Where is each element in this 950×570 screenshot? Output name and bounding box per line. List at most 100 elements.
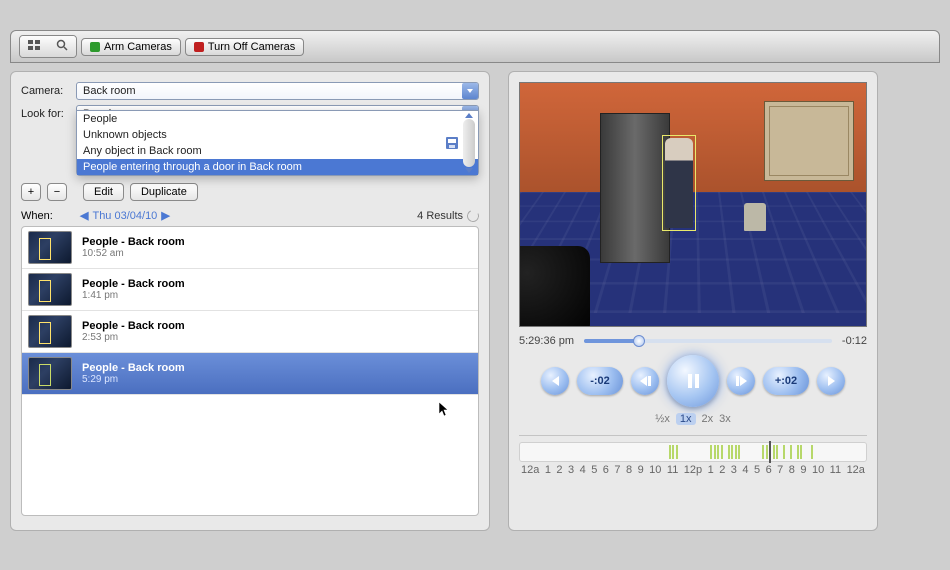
reload-icon[interactable] (465, 208, 480, 223)
hour-label: 6 (766, 464, 772, 476)
timeline-event-tick (797, 445, 799, 459)
camera-label: Camera: (21, 85, 76, 97)
turnoff-cameras-button[interactable]: Turn Off Cameras (185, 38, 304, 56)
hour-label: 5 (591, 464, 597, 476)
app-toolbar: Arm Cameras Turn Off Cameras (10, 30, 940, 63)
result-time: 1:41 pm (82, 290, 185, 301)
result-row[interactable]: People - Back room 2:53 pm (22, 311, 478, 353)
next-day-button[interactable]: ▶ (157, 209, 173, 222)
lookfor-label: Look for: (21, 108, 76, 120)
timeline-event-tick (790, 445, 792, 459)
timeline-event-tick (735, 445, 737, 459)
prev-day-button[interactable]: ◀ (76, 209, 92, 222)
detection-box-icon (662, 135, 696, 231)
arrow-down-icon[interactable] (465, 168, 473, 173)
result-title: People - Back room (82, 236, 185, 248)
hour-label: 4 (742, 464, 748, 476)
power-off-icon (194, 42, 204, 52)
camera-value: Back room (76, 82, 479, 100)
result-time: 2:53 pm (82, 332, 185, 343)
lookfor-option-selected[interactable]: People entering through a door in Back r… (77, 159, 478, 175)
date-display[interactable]: Thu 03/04/10 (92, 210, 157, 222)
hour-label: 8 (789, 464, 795, 476)
slider-knob[interactable] (633, 335, 645, 347)
player-panel: 5:29:36 pm -0:12 -:02 +:02 ½x1x2x3x 12a1… (508, 71, 878, 531)
add-filter-button[interactable]: + (21, 183, 41, 201)
result-row[interactable]: People - Back room 10:52 am (22, 227, 478, 269)
chevron-down-icon[interactable] (462, 83, 478, 99)
lookfor-dropdown: People Unknown objects Any object in Bac… (76, 110, 479, 176)
step-back-button[interactable] (631, 367, 659, 395)
view-grid-button[interactable] (20, 36, 48, 57)
timeline-event-tick (717, 445, 719, 459)
timeline-event-tick (728, 445, 730, 459)
camera-combo[interactable]: Back room (76, 82, 479, 100)
result-thumbnail (28, 315, 72, 348)
event-timeline[interactable]: 12a123456789101112p123456789101112a (519, 442, 867, 476)
lookfor-option[interactable]: Unknown objects (77, 127, 478, 143)
hour-label: 11 (830, 464, 841, 476)
magnifier-icon (56, 39, 68, 51)
result-title: People - Back room (82, 362, 185, 374)
timeline-event-tick (676, 445, 678, 459)
lookfor-option[interactable]: People (77, 111, 478, 127)
skip-forward-button[interactable]: +:02 (763, 367, 809, 395)
result-row[interactable]: People - Back room 5:29 pm (22, 353, 478, 395)
remove-filter-button[interactable]: − (47, 183, 67, 201)
hour-label: 2 (556, 464, 562, 476)
off-label: Turn Off Cameras (208, 41, 295, 53)
save-icon[interactable] (446, 137, 458, 149)
play-pause-button[interactable] (667, 355, 719, 407)
result-thumbnail (28, 273, 72, 306)
timeline-event-tick (714, 445, 716, 459)
transport-controls: -:02 +:02 (519, 355, 867, 407)
arm-cameras-button[interactable]: Arm Cameras (81, 38, 181, 56)
results-list: People - Back room 10:52 am People - Bac… (21, 226, 479, 516)
timeline-event-tick (731, 445, 733, 459)
duplicate-button[interactable]: Duplicate (130, 183, 198, 201)
timeline-event-tick (672, 445, 674, 459)
speed-selector: ½x 1x 2x 3x (519, 413, 867, 425)
hour-label: 3 (568, 464, 574, 476)
timeline-event-tick (783, 445, 785, 459)
detected-person (665, 138, 693, 228)
hour-label: 11 (667, 464, 678, 476)
hour-label: 1 (708, 464, 714, 476)
timeline-event-tick (762, 445, 764, 459)
jump-end-button[interactable] (817, 367, 845, 395)
video-viewport[interactable] (519, 82, 867, 327)
playhead-slider[interactable] (584, 339, 832, 343)
pause-icon (688, 374, 699, 388)
hour-label: 3 (731, 464, 737, 476)
speed-option[interactable]: 2x (702, 413, 714, 425)
edit-button[interactable]: Edit (83, 183, 124, 201)
timeline-event-tick (811, 445, 813, 459)
lookfor-option[interactable]: Any object in Back room (77, 143, 478, 159)
timeline-event-tick (800, 445, 802, 459)
speed-option[interactable]: ½x (655, 413, 670, 425)
timeline-playhead[interactable] (769, 441, 771, 463)
hour-label: 10 (812, 464, 824, 476)
timeline-event-tick (710, 445, 712, 459)
result-row[interactable]: People - Back room 1:41 pm (22, 269, 478, 311)
step-forward-button[interactable] (727, 367, 755, 395)
view-segment[interactable] (19, 35, 77, 58)
view-search-button[interactable] (48, 36, 76, 57)
speed-option[interactable]: 3x (719, 413, 731, 425)
result-time: 10:52 am (82, 248, 185, 259)
timeline-event-tick (721, 445, 723, 459)
hour-label: 6 (603, 464, 609, 476)
skip-back-button[interactable]: -:02 (577, 367, 623, 395)
dropdown-scrollbar[interactable] (462, 113, 476, 173)
hour-label: 9 (800, 464, 806, 476)
hour-label: 5 (754, 464, 760, 476)
hour-label: 7 (614, 464, 620, 476)
results-count: 4 Results (417, 210, 463, 222)
hour-label: 10 (649, 464, 661, 476)
jump-start-button[interactable] (541, 367, 569, 395)
speed-option[interactable]: 1x (676, 413, 696, 425)
arrow-up-icon[interactable] (465, 113, 473, 118)
result-title: People - Back room (82, 320, 185, 332)
result-thumbnail (28, 231, 72, 264)
result-time: 5:29 pm (82, 374, 185, 385)
